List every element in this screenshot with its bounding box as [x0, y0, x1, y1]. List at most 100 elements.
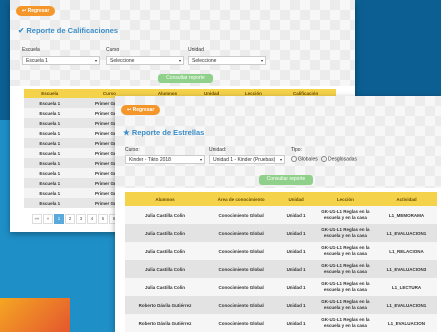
table-row: Roberto Dávila Gutiérrez Conocimiento Glo… [125, 314, 437, 332]
estrellas-window: ↩ Regresar ★ Reporte de Estrellas Curso:… [115, 96, 441, 332]
tipo-label: Tipo: [291, 147, 302, 153]
column-header[interactable]: Alumnos [125, 192, 205, 206]
curso-select[interactable]: Seleccione ▾ [106, 56, 184, 65]
table-cell: Conocimiento Global [205, 278, 278, 296]
table-cell: Julia Castilla Colin [125, 242, 205, 260]
pagination: «« «1 2 3 4 5 6 [32, 214, 119, 224]
table-cell: Julia Castilla Colin [125, 224, 205, 242]
table-cell: Escuela 1 [24, 128, 76, 138]
back-button[interactable]: ↩ Regresar [121, 105, 161, 115]
page-button[interactable]: 5 [98, 214, 108, 224]
table-cell: Julia Castilla Colin [125, 278, 205, 296]
table-cell: Escuela 1 [24, 138, 76, 148]
table-row: Julia Castilla Colin Conocimiento Global U… [125, 278, 437, 296]
table-cell: Unidad 1 [277, 314, 315, 332]
radio-icon [291, 156, 297, 162]
chevron-down-icon: ▾ [279, 157, 282, 162]
table-cell: Unidad 1 [277, 206, 315, 224]
table-cell: L1_EVALUACION1 [375, 296, 437, 314]
table-cell: L1_EVALUACION1 [375, 224, 437, 242]
table-cell: Escuela 1 [24, 178, 76, 188]
table-cell: Escuela 1 [24, 188, 76, 198]
table-cell: Julia Castilla Colin [125, 206, 205, 224]
page-button[interactable]: « [43, 214, 53, 224]
table-cell: Unidad 1 [277, 224, 315, 242]
tipo-globales-radio[interactable]: Globales [291, 156, 318, 162]
radio-icon [321, 156, 327, 162]
curso-label: Curso [106, 47, 120, 53]
page-title: ★ Reporte de Estrellas [123, 128, 205, 137]
table-cell: Escuela 1 [24, 158, 76, 168]
table-cell: Escuela 1 [24, 118, 76, 128]
column-header[interactable]: Unidad [277, 192, 315, 206]
page-button[interactable]: «« [32, 214, 42, 224]
page-button[interactable]: 4 [87, 214, 97, 224]
table-cell: Unidad 1 [277, 296, 315, 314]
column-header[interactable]: Área de conocimiento [205, 192, 278, 206]
table-cell: Roberto Dávila Gutiérrez [125, 314, 205, 332]
back-arrow-icon: ↩ [127, 107, 132, 113]
table-cell: Roberto Dávila Gutiérrez [125, 296, 205, 314]
unidad-label: Unidad: [209, 147, 227, 153]
table-cell: L1_EVALUACION [375, 314, 437, 332]
chevron-down-icon: ▾ [199, 157, 202, 162]
table-cell: Unidad 1 [277, 260, 315, 278]
curso-label: Curso: [125, 147, 140, 153]
column-header[interactable]: Escuela [24, 89, 76, 98]
page-button[interactable]: 2 [65, 214, 75, 224]
table-cell: GK-U1-L1 Reglas en la escuela y en la ca… [314, 314, 376, 332]
page-button[interactable]: 3 [76, 214, 86, 224]
curso-select[interactable]: Kinder - Tikto 2018 ▾ [125, 155, 205, 164]
table-cell: Conocimiento Global [205, 224, 278, 242]
table-cell: Conocimiento Global [205, 242, 278, 260]
table-cell: Unidad 1 [277, 278, 315, 296]
unidad-select[interactable]: Seleccione ▾ [188, 56, 266, 65]
check-icon: ✔ [18, 26, 25, 35]
table-cell: Escuela 1 [24, 98, 76, 108]
table-row: Julia Castilla Colin Conocimiento Global U… [125, 242, 437, 260]
estrellas-table: Alumnos Área de conocimiento Unidad Lección… [125, 192, 437, 332]
table-cell: L1_MEMORAMA [375, 206, 437, 224]
table-row: Julia Castilla Colin Conocimiento Global U… [125, 260, 437, 278]
table-cell: L1_LECTURA [375, 278, 437, 296]
star-icon: ★ [123, 128, 130, 137]
chevron-down-icon: ▾ [94, 58, 97, 63]
table-row: Roberto Dávila Gutiérrez Conocimiento Glo… [125, 296, 437, 314]
back-arrow-icon: ↩ [22, 8, 27, 14]
table-cell: L1_EVALUACION3 [375, 260, 437, 278]
table-cell: Julia Castilla Colin [125, 260, 205, 278]
escuela-select[interactable]: Escuela 1 ▾ [22, 56, 100, 65]
table-cell: GK-U1-L1 Reglas en la escuela y en la ca… [314, 224, 376, 242]
background-decoration [0, 298, 70, 332]
table-row: Julia Castilla Colin Conocimiento Global U… [125, 224, 437, 242]
escuela-label: Escuela [22, 47, 40, 53]
unidad-select[interactable]: Unidad 1 - Kinder (Pruebas) ▾ [209, 155, 285, 164]
table-cell: GK-U1-L1 Reglas en la escuela y en la ca… [314, 242, 376, 260]
tipo-desglosadas-radio[interactable]: Desglosadas [321, 156, 357, 162]
table-cell: Conocimiento Global [205, 314, 278, 332]
table-cell: GK-U1-L1 Reglas en la escuela y en la ca… [314, 206, 376, 224]
page-title: ✔ Reporte de Calificaciones [18, 26, 119, 35]
table-cell: Escuela 1 [24, 108, 76, 118]
table-cell: Conocimiento Global [205, 206, 278, 224]
table-cell: Unidad 1 [277, 242, 315, 260]
page-button[interactable]: 1 [54, 214, 64, 224]
table-cell: GK-U1-L1 Reglas en la escuela y en la ca… [314, 296, 376, 314]
table-cell: GK-U1-L1 Reglas en la escuela y en la ca… [314, 278, 376, 296]
table-cell: Escuela 1 [24, 198, 76, 208]
consultar-reporte-button[interactable]: Consultar reporte [158, 74, 213, 83]
table-row: Julia Castilla Colin Conocimiento Global U… [125, 206, 437, 224]
table-cell: L1_RELACIONA [375, 242, 437, 260]
column-header[interactable]: Lección [314, 192, 376, 206]
table-cell: Conocimiento Global [205, 296, 278, 314]
consultar-reporte-button[interactable]: Consultar reporte [259, 175, 313, 185]
chevron-down-icon: ▾ [178, 58, 181, 63]
back-button[interactable]: ↩ Regresar [16, 6, 56, 16]
chevron-down-icon: ▾ [260, 58, 263, 63]
table-cell: GK-U1-L1 Reglas en la escuela y en la ca… [314, 260, 376, 278]
unidad-label: Unidad [188, 47, 204, 53]
column-header[interactable]: Actividad [375, 192, 437, 206]
table-cell: Escuela 1 [24, 148, 76, 158]
table-cell: Escuela 1 [24, 168, 76, 178]
table-cell: Conocimiento Global [205, 260, 278, 278]
